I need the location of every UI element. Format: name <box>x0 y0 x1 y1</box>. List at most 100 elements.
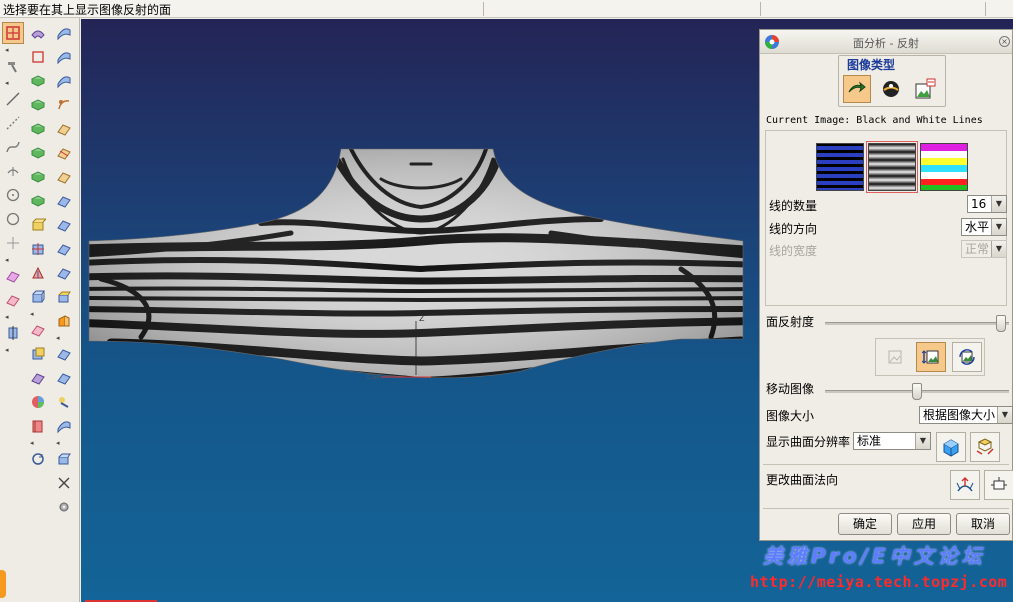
chevron-down-icon[interactable]: ▼ <box>991 219 1006 235</box>
watermark-url[interactable]: http://meiya.tech.topzj.com <box>750 573 1007 591</box>
image-type-lines-button[interactable] <box>843 75 871 103</box>
image-type-sphere-button[interactable] <box>877 75 905 103</box>
circle-tool-icon[interactable] <box>2 184 24 206</box>
surface-fill-icon[interactable] <box>27 70 49 92</box>
black-white-lines-swatch[interactable] <box>866 141 918 193</box>
surface-round-icon[interactable] <box>53 238 75 260</box>
toolbar-overflow[interactable]: ◂ <box>2 79 24 88</box>
surface-draft-icon[interactable] <box>53 190 75 212</box>
line-count-select[interactable]: 16 ▼ <box>967 195 1007 213</box>
surface-resolution-value: 标准 <box>857 434 882 448</box>
shaded-preview-button[interactable] <box>936 432 966 462</box>
toolbar-overflow[interactable]: ◂ <box>27 439 49 448</box>
surface-blend-icon[interactable] <box>53 22 75 44</box>
dialog-separator <box>763 508 1009 509</box>
point-tool-icon[interactable] <box>2 160 24 182</box>
csys-label: CS0 <box>367 373 381 381</box>
image-type-file-button[interactable] <box>911 75 939 103</box>
dialog-titlebar[interactable]: 面分析 - 反射 × <box>760 30 1012 54</box>
surface-thicken-icon[interactable] <box>27 190 49 212</box>
image-rotate-button[interactable] <box>952 342 982 372</box>
transform-icon[interactable] <box>27 262 49 284</box>
slider-thumb[interactable] <box>912 383 922 400</box>
image-rotate-icon <box>959 349 975 365</box>
orange-tab[interactable] <box>0 570 6 598</box>
surface-wrap-icon[interactable] <box>53 367 75 389</box>
toolbar-overflow[interactable]: ◂ <box>53 439 75 448</box>
surface-stretch-icon[interactable] <box>53 118 75 140</box>
reflectivity-slider[interactable] <box>825 315 1009 332</box>
box-icon[interactable] <box>27 286 49 308</box>
surface-trim-icon[interactable] <box>27 142 49 164</box>
image-options-panel: 线的数量 16 ▼ 线的方向 水平 ▼ 线的宽度 正常 ▼ <box>765 130 1007 306</box>
toolbar-overflow[interactable]: ◂ <box>2 346 24 355</box>
surface-offset-icon[interactable] <box>27 94 49 116</box>
curve-tool-icon[interactable] <box>2 136 24 158</box>
gear-tool-icon[interactable] <box>53 496 75 518</box>
scissor-icon[interactable] <box>53 472 75 494</box>
datum-surface-icon[interactable] <box>2 289 24 311</box>
toolbar-overflow[interactable]: ◂ <box>2 313 24 322</box>
toolbar-overflow[interactable]: ◂ <box>2 256 24 265</box>
datum-axis-icon[interactable] <box>2 322 24 344</box>
surface-shell-icon[interactable] <box>53 166 75 188</box>
select-tool-icon[interactable] <box>2 22 24 44</box>
surface-extend-icon[interactable] <box>27 166 49 188</box>
surface-solid-icon[interactable] <box>53 310 75 332</box>
surface-resolution-select[interactable]: 标准 ▼ <box>853 432 931 450</box>
chevron-down-icon[interactable]: ▼ <box>915 433 930 449</box>
crosshair-tool-icon[interactable] <box>2 232 24 254</box>
surface-chamfer-icon[interactable] <box>53 262 75 284</box>
arc-tool-icon[interactable] <box>2 208 24 230</box>
chevron-down-icon[interactable]: ▼ <box>991 196 1006 212</box>
color-shade-icon[interactable] <box>27 391 49 413</box>
blend-surface-icon[interactable] <box>27 22 49 44</box>
surface-toolkit-icon[interactable] <box>53 415 75 437</box>
sketch-rectangle-icon[interactable] <box>27 46 49 68</box>
datum-plane-icon[interactable] <box>2 265 24 287</box>
toolbar-overflow[interactable]: ◂ <box>53 334 75 343</box>
surface-rib-icon[interactable] <box>53 214 75 236</box>
image-position-selected-button[interactable] <box>916 342 946 372</box>
surface-merge-icon[interactable] <box>27 118 49 140</box>
color-lines-swatch[interactable] <box>920 143 968 191</box>
status-separator <box>985 2 986 16</box>
ok-button[interactable]: 确定 <box>838 513 892 535</box>
image-size-select[interactable]: 根据图像大小 ▼ <box>919 406 1013 424</box>
close-icon[interactable]: × <box>999 36 1010 47</box>
surface-project-icon[interactable] <box>53 343 75 365</box>
pattern-icon[interactable] <box>27 367 49 389</box>
surface-sweep-icon[interactable] <box>53 46 75 68</box>
surface-cut-icon[interactable] <box>53 142 75 164</box>
toolbar-overflow[interactable]: ◂ <box>2 46 24 55</box>
move-image-label: 移动图像 <box>766 382 815 396</box>
surface-mirror-icon[interactable] <box>53 286 75 308</box>
book-icon[interactable] <box>27 415 49 437</box>
line-tool-icon[interactable] <box>2 88 24 110</box>
slider-thumb[interactable] <box>996 315 1006 332</box>
analysis-surface-icon[interactable] <box>27 319 49 341</box>
cancel-button[interactable]: 取消 <box>956 513 1010 535</box>
surface-boundary-icon[interactable] <box>53 70 75 92</box>
normal-direction-button[interactable] <box>984 470 1013 500</box>
copy-geometry-icon[interactable] <box>27 238 49 260</box>
toolbar-overflow[interactable]: ◂ <box>27 310 49 319</box>
surface-box-icon[interactable] <box>53 448 75 470</box>
dashed-line-tool-icon[interactable] <box>2 112 24 134</box>
blue-lines-swatch[interactable] <box>816 143 864 191</box>
apply-button[interactable]: 应用 <box>897 513 951 535</box>
line-width-select: 正常 ▼ <box>961 240 1007 258</box>
surface-warp-icon[interactable] <box>53 391 75 413</box>
line-direction-select[interactable]: 水平 ▼ <box>961 218 1007 236</box>
surface-loft-icon[interactable] <box>53 94 75 116</box>
move-image-slider[interactable] <box>825 383 1009 400</box>
chevron-down-icon[interactable]: ▼ <box>997 407 1012 423</box>
flip-normal-button[interactable] <box>950 470 980 500</box>
line-count-value: 16 <box>971 197 987 211</box>
hammer-tool-icon[interactable] <box>2 55 24 77</box>
solidify-icon[interactable] <box>27 214 49 236</box>
repaint-button[interactable] <box>970 432 1000 462</box>
dialog-title: 面分析 - 反射 <box>853 37 919 50</box>
feature-copy-icon[interactable] <box>27 343 49 365</box>
refresh-model-icon[interactable] <box>27 448 49 470</box>
